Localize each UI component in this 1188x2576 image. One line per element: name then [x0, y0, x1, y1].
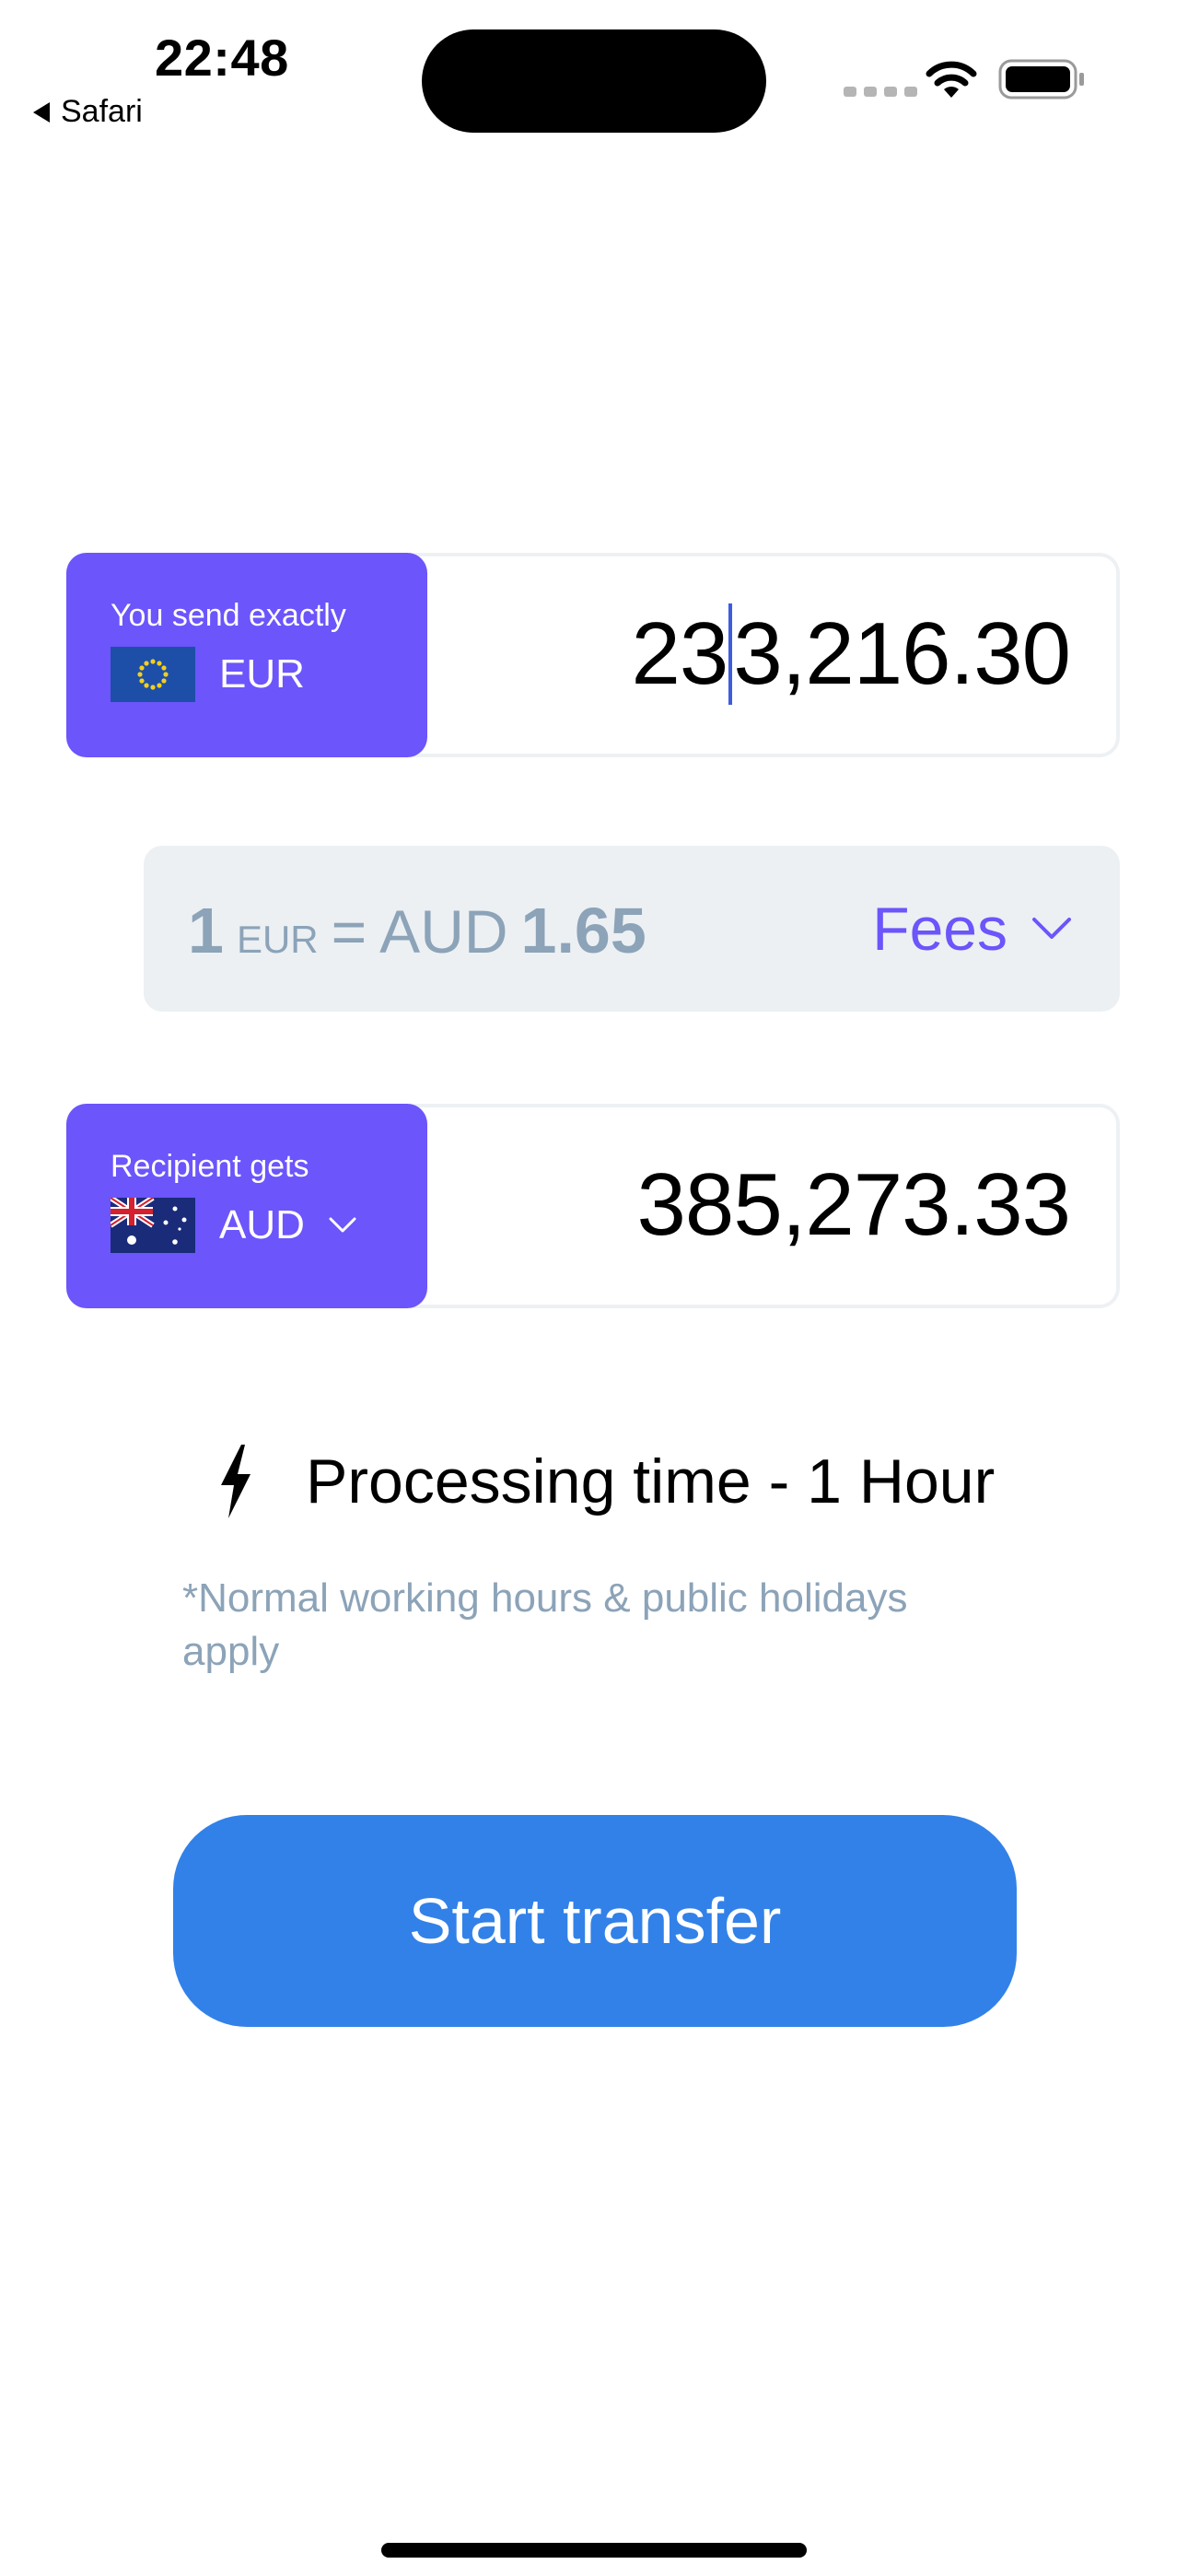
- chevron-down-icon: [1032, 918, 1071, 939]
- back-arrow-icon: [33, 101, 50, 123]
- back-to-safari-link[interactable]: Safari: [33, 94, 143, 130]
- au-flag-icon: [111, 1198, 195, 1253]
- receive-amount-value: 385,273.33: [636, 1155, 1071, 1254]
- send-amount-after-caret: 3,216.30: [733, 604, 1071, 703]
- fees-toggle[interactable]: Fees: [872, 894, 1072, 964]
- processing-time-text: Processing time - 1 Hour: [306, 1446, 996, 1516]
- rate-base-currency: EUR: [236, 918, 319, 961]
- receive-currency-selector[interactable]: Recipient gets AUD: [66, 1104, 427, 1308]
- fees-label: Fees: [872, 895, 1007, 963]
- receive-amount-card: Recipient gets AUD 385,273.33: [66, 1104, 1120, 1308]
- eu-flag-icon: [111, 647, 195, 702]
- rate-equals: =: [331, 897, 367, 966]
- receive-currency-code: AUD: [219, 1202, 305, 1247]
- chevron-down-icon: [329, 1217, 356, 1233]
- send-caption: You send exactly: [111, 598, 346, 633]
- start-transfer-button[interactable]: Start transfer: [173, 1815, 1017, 2027]
- rate-base-amount: 1: [188, 895, 224, 966]
- processing-disclaimer: *Normal working hours & public holidays …: [182, 1575, 908, 1674]
- wifi-icon: [926, 61, 977, 98]
- text-caret: [728, 603, 733, 705]
- processing-time: Processing time - 1 Hour: [217, 1445, 995, 1518]
- exchange-rate-text: 1 EUR = AUD 1.65: [188, 894, 646, 967]
- send-currency-code: EUR: [219, 651, 305, 697]
- send-amount-before-caret: 23: [631, 604, 729, 703]
- back-app-label: Safari: [61, 94, 143, 129]
- receive-caption: Recipient gets: [111, 1149, 309, 1184]
- home-indicator[interactable]: [381, 2543, 807, 2558]
- send-amount-card: You send exactly EUR 23 3,216.30: [66, 553, 1120, 757]
- rate-quote-amount: 1.65: [520, 895, 646, 966]
- status-time: 22:48: [155, 29, 289, 87]
- send-amount-input[interactable]: 23 3,216.30: [631, 599, 1071, 709]
- dynamic-island: [422, 29, 766, 133]
- signal-icon: [844, 87, 917, 97]
- battery-icon: [998, 59, 1084, 100]
- send-currency-box: You send exactly EUR: [66, 553, 427, 757]
- lightning-icon: [221, 1445, 250, 1518]
- rate-quote-currency: AUD: [379, 897, 508, 966]
- exchange-rate-bar: 1 EUR = AUD 1.65 Fees: [144, 846, 1120, 1012]
